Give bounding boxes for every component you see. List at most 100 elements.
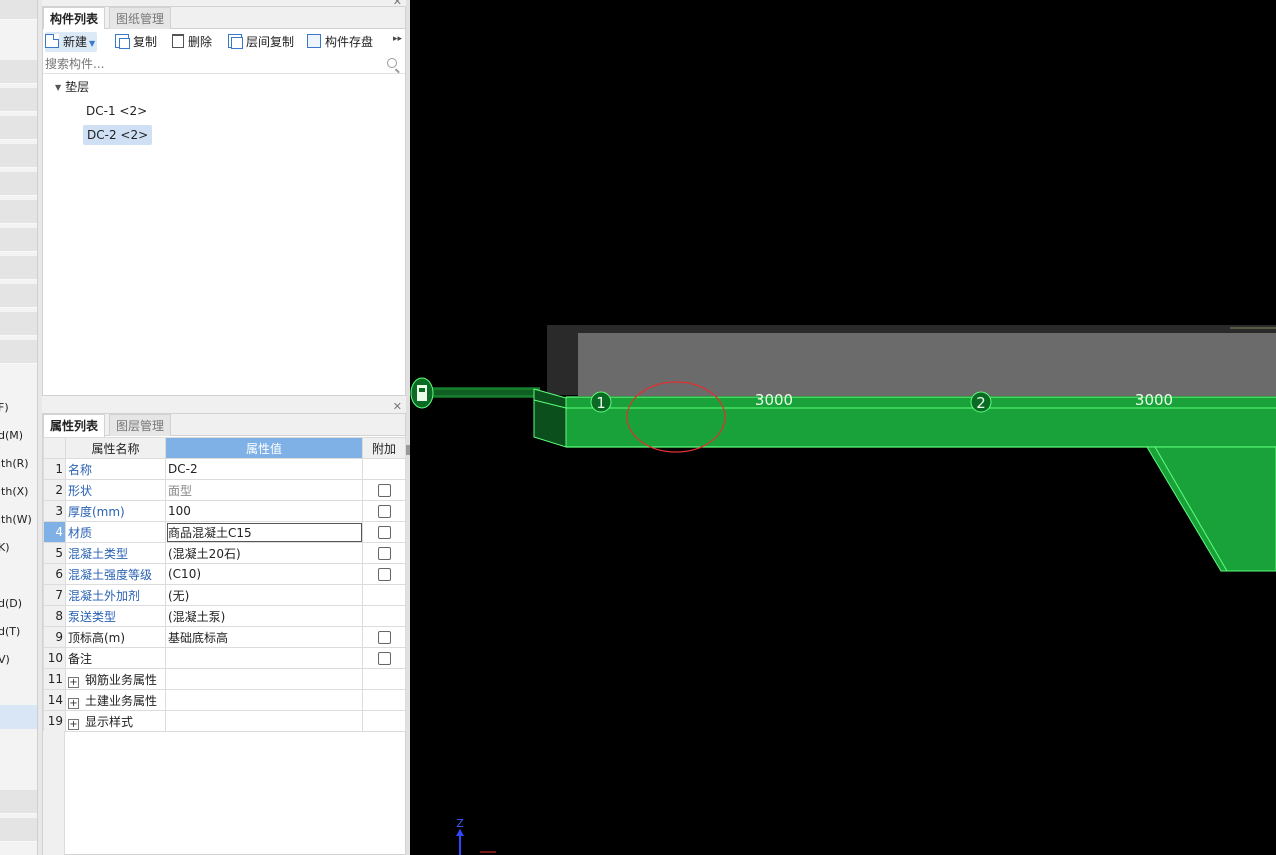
property-value[interactable]: DC-2 xyxy=(165,458,363,480)
property-name: 备注 xyxy=(65,647,166,669)
property-value[interactable]: (混凝土泵) xyxy=(165,605,363,627)
nav-label[interactable]: d(D) xyxy=(0,597,22,610)
property-group[interactable]: + 土建业务属性 xyxy=(65,689,166,711)
nav-label[interactable]: d(M) xyxy=(0,429,23,442)
tab-property-list[interactable]: 属性列表 xyxy=(43,414,106,437)
extra-checkbox[interactable] xyxy=(377,631,391,644)
expand-plus-icon[interactable]: + xyxy=(68,718,79,730)
nav-cell[interactable] xyxy=(0,116,37,140)
property-row[interactable]: 10 备注 xyxy=(43,647,406,669)
extra-checkbox[interactable] xyxy=(377,652,391,665)
expand-triangle-icon[interactable]: ▼ xyxy=(55,78,61,98)
component-panel-tabs: 构件列表 图纸管理 xyxy=(43,7,405,30)
property-value-editor[interactable]: 商品混凝土C15 xyxy=(165,521,363,543)
extra-cell xyxy=(362,500,406,522)
row-index: 9 xyxy=(43,626,66,648)
property-row[interactable]: 9 顶标高(m) 基础底标高 xyxy=(43,626,406,648)
nav-label[interactable]: V) xyxy=(0,653,10,666)
property-row[interactable]: 3 厚度(mm) 100 xyxy=(43,500,406,522)
expand-plus-icon[interactable]: + xyxy=(68,697,79,709)
extra-checkbox[interactable] xyxy=(377,526,391,539)
row-index: 6 xyxy=(43,563,66,585)
search-icon[interactable] xyxy=(387,58,397,68)
save-component-label: 构件存盘 xyxy=(325,35,374,49)
extra-checkbox[interactable] xyxy=(377,547,391,560)
tree-group-cushion[interactable]: ▼ 垫层 xyxy=(55,77,89,97)
property-row-selected[interactable]: 4 材质 商品混凝土C15 xyxy=(43,521,406,543)
nav-cell[interactable] xyxy=(0,144,37,168)
search-input[interactable] xyxy=(43,54,383,73)
property-group[interactable]: + 钢筋业务属性 xyxy=(65,668,166,690)
property-value[interactable]: (C10) xyxy=(165,563,363,585)
property-row[interactable]: 5 混凝土类型 (混凝土20石) xyxy=(43,542,406,564)
tree-item-dc2[interactable]: DC-2 <2> xyxy=(83,125,153,145)
property-value[interactable]: 面型 xyxy=(165,479,363,501)
nav-label[interactable]: d(T) xyxy=(0,625,20,638)
tab-layer-management[interactable]: 图层管理 xyxy=(109,414,172,436)
property-group-label: 钢筋业务属性 xyxy=(85,672,158,687)
tree-item-dc1[interactable]: DC-1 <2> xyxy=(86,101,147,121)
nav-cell[interactable] xyxy=(0,312,37,336)
property-value[interactable]: (混凝土20石) xyxy=(165,542,363,564)
property-row[interactable]: 6 混凝土强度等级 (C10) xyxy=(43,563,406,585)
extra-checkbox[interactable] xyxy=(377,568,391,581)
nav-cell[interactable] xyxy=(0,172,37,196)
property-group-row[interactable]: 14 + 土建业务属性 xyxy=(43,689,406,711)
extra-cell xyxy=(362,710,406,732)
property-value[interactable]: 100 xyxy=(165,500,363,522)
new-file-icon xyxy=(45,34,59,48)
nav-label[interactable]: ith(W) xyxy=(0,513,32,526)
nav-label[interactable]: ith(X) xyxy=(0,485,28,498)
nav-cell[interactable] xyxy=(0,0,37,20)
tab-drawing-management[interactable]: 图纸管理 xyxy=(109,7,172,29)
nav-cell[interactable] xyxy=(0,284,37,308)
floor-copy-button[interactable]: 层间复制 xyxy=(228,32,294,52)
axis-label-2: 2 xyxy=(976,394,986,412)
property-row[interactable]: 1 名称 DC-2 xyxy=(43,458,406,480)
nav-cell[interactable] xyxy=(0,340,37,364)
delete-button[interactable]: 删除 xyxy=(172,32,212,52)
copy-button-label: 复制 xyxy=(133,35,158,49)
nav-cell[interactable] xyxy=(0,228,37,252)
nav-label[interactable]: K) xyxy=(0,541,10,554)
extra-cell xyxy=(362,647,406,669)
property-row[interactable]: 2 形状 面型 xyxy=(43,479,406,501)
extra-checkbox[interactable] xyxy=(377,484,391,497)
viewport-canvas[interactable]: 1 2 3000 3000 Z xyxy=(410,0,1276,855)
property-row[interactable]: 8 泵送类型 (混凝土泵) xyxy=(43,605,406,627)
nav-label[interactable]: F) xyxy=(0,401,9,414)
3d-viewport[interactable]: 1 2 3000 3000 Z xyxy=(410,0,1276,855)
save-component-button[interactable]: 构件存盘 xyxy=(307,32,373,52)
extra-checkbox[interactable] xyxy=(377,505,391,518)
property-value[interactable]: (无) xyxy=(165,584,363,606)
slab-end-face[interactable] xyxy=(533,388,567,448)
new-button[interactable]: 新建 ▼ xyxy=(45,32,98,52)
property-group[interactable]: + 显示样式 xyxy=(65,710,166,732)
property-row[interactable]: 7 混凝土外加剂 (无) xyxy=(43,584,406,606)
nav-cell[interactable] xyxy=(0,200,37,224)
property-group-row[interactable]: 19 + 显示样式 xyxy=(43,710,406,732)
nav-cell[interactable] xyxy=(0,88,37,112)
property-group-row[interactable]: 11 + 钢筋业务属性 xyxy=(43,668,406,690)
nav-label[interactable]: ith(R) xyxy=(0,457,29,470)
dimension-label: 3000 xyxy=(755,391,793,409)
chevron-down-icon[interactable]: ▼ xyxy=(89,39,95,48)
extra-cell xyxy=(362,563,406,585)
close-icon[interactable]: ✕ xyxy=(393,401,402,412)
tab-component-list[interactable]: 构件列表 xyxy=(43,7,106,30)
nav-selected-item[interactable] xyxy=(0,705,37,729)
nav-cell[interactable] xyxy=(0,60,37,84)
component-list-panel: 构件列表 图纸管理 新建▼ 复制 删除 层间复制 构件存盘 ▸▸ ▼垫层 DC-… xyxy=(42,6,406,396)
property-value[interactable]: 基础底标高 xyxy=(165,626,363,648)
expand-plus-icon[interactable]: + xyxy=(68,676,79,688)
row-index: 4 xyxy=(43,521,66,543)
dimension-label: 3000 xyxy=(1135,391,1173,409)
property-value[interactable] xyxy=(165,647,363,669)
nav-cell[interactable] xyxy=(0,790,37,814)
nav-cell[interactable] xyxy=(0,818,37,842)
origin-marker-glyph-detail xyxy=(419,388,425,392)
nav-cell[interactable] xyxy=(0,256,37,280)
copy-button[interactable]: 复制 xyxy=(115,32,157,52)
overflow-arrows-icon[interactable]: ▸▸ xyxy=(393,34,402,44)
wall-block[interactable] xyxy=(578,333,1276,396)
